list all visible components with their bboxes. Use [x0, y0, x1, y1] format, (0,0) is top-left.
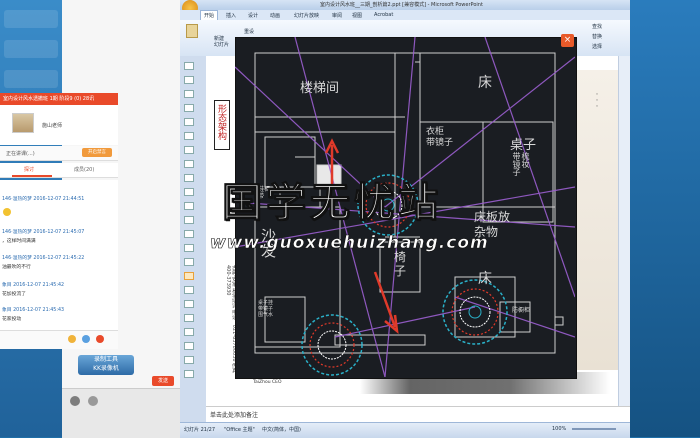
slide-thumbnail[interactable] — [184, 76, 194, 84]
watermark-url: www.guoxuehuizhang.com — [210, 233, 489, 254]
label-table-right: 桌子 — [510, 138, 537, 153]
tab-view[interactable]: 视图 — [352, 12, 362, 19]
label-small-table: 桌子挂 带镜子 围气水 — [258, 300, 274, 318]
help-icon[interactable] — [88, 396, 98, 406]
slide-thumbnail[interactable] — [184, 174, 194, 182]
paste-icon[interactable] — [186, 24, 198, 38]
replace-button[interactable]: 替换 — [592, 33, 602, 40]
slide-thumbnail[interactable] — [184, 146, 194, 154]
slide-thumbnail[interactable] — [184, 118, 194, 126]
tab-insert[interactable]: 插入 — [226, 12, 236, 19]
active-tab-indicator — [12, 175, 52, 177]
label-cabinet: 衣柜 带镜子 — [426, 127, 454, 148]
find-button[interactable]: 查找 — [592, 23, 602, 30]
send-button[interactable]: 发送 — [152, 376, 174, 386]
tab-review[interactable]: 审阅 — [332, 12, 342, 19]
slide-thumbnail[interactable] — [184, 188, 194, 196]
slide-thumbnail[interactable] — [184, 104, 194, 112]
slide-thumbnail-active[interactable] — [184, 272, 194, 280]
slide-thumbnail[interactable] — [184, 314, 194, 322]
tab-animation[interactable]: 动画 — [270, 12, 280, 19]
slide-brand: TaiZhou CEO — [253, 380, 282, 385]
reset-button[interactable]: 重设 — [244, 28, 254, 35]
label-chair: 椅 子 — [394, 250, 407, 278]
new-slide-button[interactable]: 新建 幻灯片 — [214, 36, 229, 48]
recorder-watermark: 录制工具 KK录像机 — [78, 355, 134, 375]
label-wardrobe-bottom: 防橱柜 — [512, 307, 531, 314]
message-meta: 象目 2016-12-07 21:45:42 — [2, 283, 65, 288]
recorder-line1: 录制工具 — [93, 356, 118, 363]
chat-bottom-bar — [62, 388, 180, 438]
message-meta: 146·温热的梦 2016-12-07 21:45:07 — [2, 230, 85, 235]
desktop-icon[interactable] — [4, 40, 58, 58]
slide-thumbnail[interactable] — [184, 160, 194, 168]
slide-thumbnail[interactable] — [184, 342, 194, 350]
emoji-button-icon[interactable] — [68, 335, 76, 343]
notes-placeholder: 单击此处添加备注 — [210, 412, 259, 419]
slide-thumbnail[interactable] — [184, 230, 194, 238]
message-meta: 146·温热的梦 2016-12-07 21:45:22 — [2, 256, 85, 261]
slide-counter: 幻灯片 21/27 — [184, 427, 215, 433]
label-mirror-cabinet: 梳妆 带镜子 — [512, 152, 530, 176]
slide-thumbnail[interactable] — [184, 258, 194, 266]
slide-thumbnail[interactable] — [184, 62, 194, 70]
theme-name: "Office 主题" — [224, 427, 255, 433]
emoji-icon — [3, 208, 11, 216]
slide-thumbnail[interactable] — [184, 356, 194, 364]
slide-thumbnail[interactable] — [184, 216, 194, 224]
message-meta: 146·温热的梦 2016-12-07 21:44:51 — [2, 197, 85, 202]
slide-vertical-title: 形态架构 — [216, 104, 226, 140]
image-button-icon[interactable] — [82, 335, 90, 343]
slide-thumbnail[interactable] — [184, 328, 194, 336]
slide-deco-text: ◦◦◦ — [594, 92, 600, 110]
chat-title: 室内设计风水透撤班 1期 阶段9 (0) 28讯 — [0, 93, 118, 105]
lecture-status: 正在讲课(...) — [6, 151, 35, 157]
slide-thumbnail[interactable] — [184, 132, 194, 140]
ppt-window-title: 室内设计风水班__三期_剖析篇2.ppt [兼容模式] - Microsoft … — [320, 2, 483, 8]
desktop-icon[interactable] — [4, 70, 58, 88]
slide-thumbnail[interactable] — [184, 90, 194, 98]
slide-decoration — [570, 70, 618, 370]
tab-acrobat[interactable]: Acrobat — [374, 12, 393, 18]
close-icon[interactable]: × — [561, 34, 574, 47]
message-text: ，这样时间满满 — [2, 239, 36, 244]
recorder-line2: KK录像机 — [93, 365, 119, 372]
language-indicator: 中文(简体，中国) — [262, 427, 301, 433]
notes-pane[interactable] — [206, 406, 630, 423]
message-text: 花加投流了 — [2, 292, 26, 297]
settings-icon[interactable] — [70, 396, 80, 406]
slide-thumbnail[interactable] — [184, 300, 194, 308]
slide-thumbnail[interactable] — [184, 370, 194, 378]
gift-button-icon[interactable] — [96, 335, 104, 343]
desktop-icon[interactable] — [4, 10, 58, 28]
tab-discuss[interactable]: 探讨 — [24, 166, 34, 173]
tab-design[interactable]: 设计 — [248, 12, 258, 19]
select-button[interactable]: 选择 — [592, 43, 602, 50]
message-meta: 象目 2016-12-07 21:45:43 — [2, 308, 65, 313]
zoom-level: 100% — [552, 426, 567, 432]
mute-button[interactable]: 开启禁言 — [82, 148, 112, 157]
tab-members[interactable]: 成员(20) — [74, 166, 94, 173]
teacher-name: 施山老师 — [42, 123, 63, 129]
message-text: 油最吹的不行 — [2, 265, 31, 270]
tab-slideshow[interactable]: 幻灯片放映 — [294, 12, 319, 19]
slide-thumbnail[interactable] — [184, 286, 194, 294]
label-bed-bottom: 床 — [478, 271, 492, 287]
label-bed-top: 床 — [478, 75, 492, 91]
desktop-right — [630, 0, 700, 437]
watermark-chinese: 国学无忧站 — [222, 180, 442, 227]
avatar[interactable] — [12, 113, 34, 133]
slide-thumbnail[interactable] — [184, 202, 194, 210]
label-stairwell: 楼梯间 — [300, 81, 340, 96]
message-text: 花家投动 — [2, 317, 22, 322]
zoom-slider[interactable] — [572, 428, 616, 430]
slide-thumbnail[interactable] — [184, 244, 194, 252]
